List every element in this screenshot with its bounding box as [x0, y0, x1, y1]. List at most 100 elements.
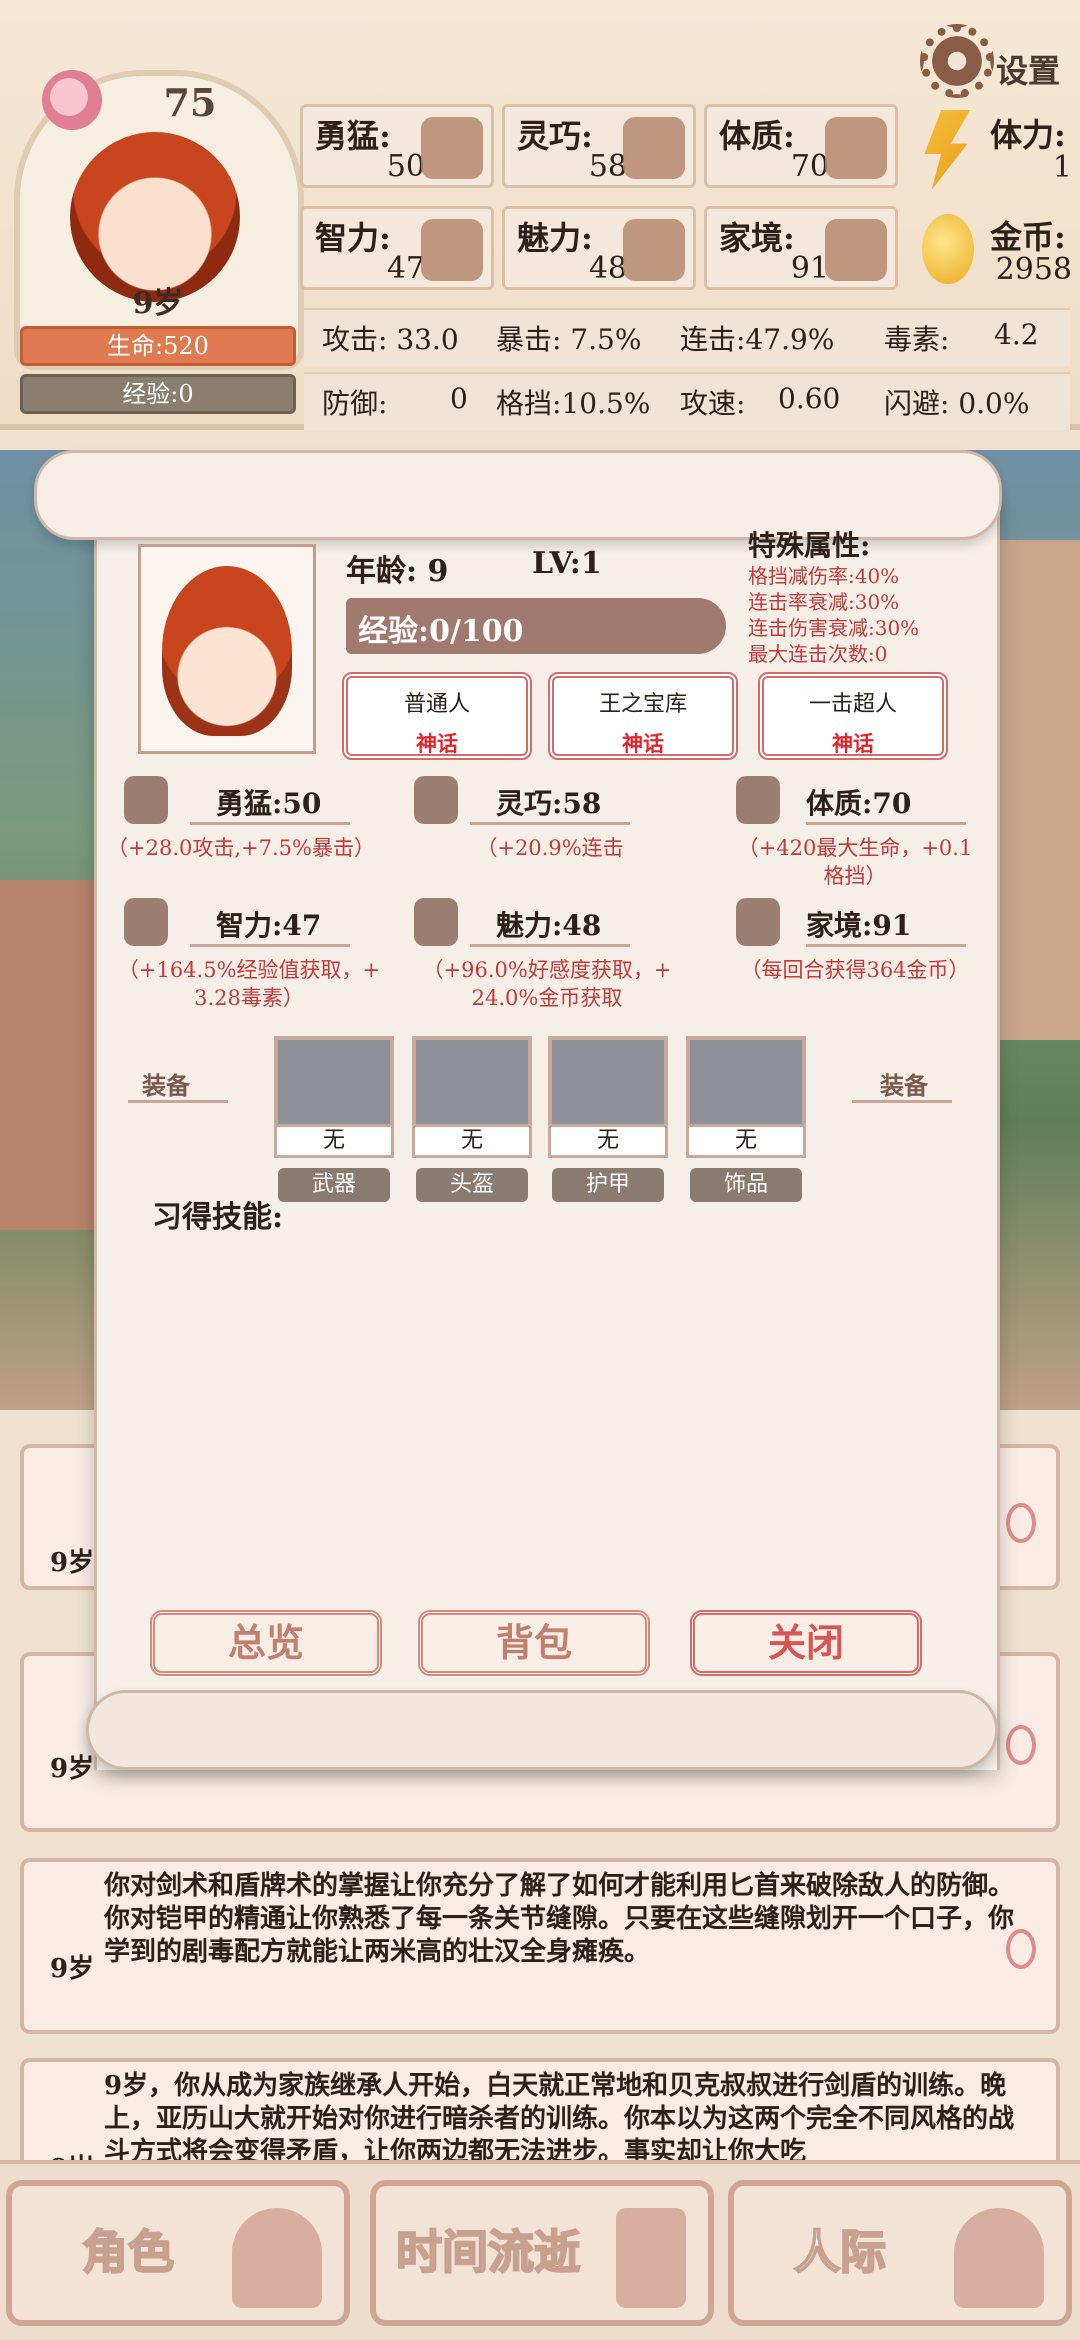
- close-button[interactable]: 关闭: [690, 1610, 922, 1676]
- combat-stats-row-2: 防御: 0 格挡:10.5% 攻速: 0.60 闪避: 0.0%: [304, 372, 1070, 430]
- defense-value: 0: [450, 382, 468, 415]
- speed-label: 攻速:: [680, 387, 746, 420]
- log-entry[interactable]: 9岁 你对剑术和盾牌术的掌握让你充分了解了如何才能利用匕首来破除敌人的防御。你对…: [20, 1858, 1060, 2034]
- crit-stat: 暴击: 7.5%: [496, 323, 642, 356]
- block-stat: 格挡:10.5%: [496, 387, 651, 420]
- divider: [190, 822, 350, 825]
- flourish-icon: [1006, 1724, 1036, 1765]
- equip-slot-label: 护甲: [552, 1168, 664, 1202]
- special-attributes-title: 特殊属性:: [748, 529, 871, 562]
- nav-social[interactable]: 人际: [728, 2180, 1072, 2326]
- attribute-desc: （每回合获得364金币）: [740, 958, 970, 982]
- hourglass-icon: [616, 2208, 686, 2308]
- hp-bar: 生命:520: [20, 326, 296, 366]
- coin-icon: [922, 214, 974, 284]
- nav-label: 人际: [793, 2224, 887, 2280]
- attribute-desc: （+96.0%好感度获取，+: [422, 958, 672, 982]
- age-badge: 9岁: [132, 286, 184, 321]
- trait-name: 普通人: [403, 692, 470, 717]
- divider: [128, 1100, 228, 1103]
- trait-card[interactable]: 王之宝库 神话: [548, 672, 738, 760]
- divider: [806, 822, 966, 825]
- equip-slot-label: 头盔: [416, 1168, 528, 1202]
- special-attribute: 最大连击次数:0: [748, 642, 888, 666]
- poison-value: 4.2: [994, 318, 1039, 351]
- speed-value: 0.60: [778, 382, 841, 415]
- arm-muscle-icon: [736, 776, 780, 824]
- learned-skills-label: 习得技能:: [152, 1200, 284, 1235]
- bag-button[interactable]: 背包: [418, 1610, 650, 1676]
- spirit-icon: [42, 70, 102, 130]
- stat-value: 48: [588, 251, 627, 286]
- equip-value: 无: [412, 1124, 532, 1158]
- defense-label: 防御:: [322, 387, 388, 420]
- combo-stat: 连击:47.9%: [680, 323, 835, 356]
- attribute-desc: （+28.0攻击,+7.5%暴击）: [107, 836, 375, 860]
- divider: [190, 944, 350, 947]
- arm-muscle-icon: [825, 117, 887, 179]
- special-attribute: 格挡减伤率:40%: [748, 564, 900, 588]
- character-portrait[interactable]: [70, 132, 240, 302]
- equip-slot-label: 饰品: [690, 1168, 802, 1202]
- head-silhouette-icon: [232, 2208, 322, 2308]
- divider: [470, 944, 630, 947]
- equip-value: 无: [274, 1124, 394, 1158]
- attribute-name: 勇猛:50: [216, 787, 322, 820]
- flower-bud-icon: [623, 219, 685, 281]
- attribute-desc: （+164.5%经验值获取，+: [117, 958, 381, 982]
- flower-bud-icon: [414, 898, 458, 946]
- trait-rarity: 神话: [416, 731, 458, 756]
- log-text: 9岁，你从成为家族继承人开始，白天就正常地和贝克叔叔进行剑盾的训练。晚上，亚历山…: [104, 2071, 1015, 2167]
- trait-name: 一击超人: [808, 692, 897, 717]
- equip-slot-label: 武器: [278, 1168, 390, 1202]
- equip-label-left: 装备: [142, 1071, 190, 1100]
- log-age: 9岁: [50, 1954, 95, 1984]
- stat-constitution: 体质: 70: [704, 104, 898, 188]
- gold-value: 2958: [995, 252, 1072, 287]
- attribute-desc: 3.28毒素）: [194, 986, 304, 1010]
- nav-time[interactable]: 时间流逝: [370, 2180, 714, 2326]
- attribute-name: 家境:91: [806, 909, 912, 942]
- player-level: 75: [163, 80, 217, 125]
- stat-value: 50: [386, 149, 425, 184]
- cloak-icon: [623, 117, 685, 179]
- gear-icon[interactable]: [920, 24, 994, 98]
- divider: [470, 822, 630, 825]
- attribute-desc: 格挡）: [823, 864, 887, 888]
- brain-icon: [124, 898, 168, 946]
- attribute-name: 智力:47: [216, 909, 322, 942]
- attribute-desc: （+20.9%连击: [476, 836, 624, 860]
- settings-button[interactable]: 设置: [996, 46, 1060, 92]
- brain-icon: [421, 219, 483, 281]
- stat-value: 70: [790, 149, 829, 184]
- log-age: 9岁: [50, 1548, 95, 1578]
- nav-label: 时间流逝: [395, 2224, 581, 2280]
- exp-bar: 经验:0: [20, 374, 296, 414]
- log-text: 你对剑术和盾牌术的掌握让你充分了解了如何才能利用匕首来破除敌人的防御。你对铠甲的…: [104, 1871, 1015, 1967]
- fist-icon: [421, 117, 483, 179]
- stat-intelligence: 智力: 47: [300, 206, 494, 290]
- overview-button[interactable]: 总览: [150, 1610, 382, 1676]
- pawn-pieces-icon: [954, 2208, 1044, 2308]
- trait-card[interactable]: 一击超人 神话: [758, 672, 948, 760]
- attribute-name: 灵巧:58: [496, 787, 602, 820]
- trait-rarity: 神话: [832, 731, 874, 756]
- equip-value: 无: [548, 1124, 668, 1158]
- attack-stat: 攻击: 33.0: [322, 323, 459, 356]
- trait-rarity: 神话: [622, 731, 664, 756]
- attribute-name: 魅力:48: [496, 909, 602, 942]
- special-attribute: 连击率衰减:30%: [748, 590, 900, 614]
- stat-family: 家境: 91: [704, 206, 898, 290]
- stat-bravery: 勇猛: 50: [300, 104, 494, 188]
- cloak-icon: [414, 776, 458, 824]
- flourish-icon: [1006, 1929, 1036, 1970]
- attribute-desc: 24.0%金币获取: [471, 986, 623, 1010]
- trait-card[interactable]: 普通人 神话: [342, 672, 532, 760]
- age-label: 年龄: 9: [346, 554, 449, 589]
- stamina-value: 1: [1052, 150, 1072, 185]
- trait-name: 王之宝库: [598, 692, 687, 717]
- stat-value: 58: [588, 149, 627, 184]
- dodge-stat: 闪避: 0.0%: [884, 387, 1030, 420]
- nav-character[interactable]: 角色: [6, 2180, 350, 2326]
- stat-value: 47: [386, 251, 425, 286]
